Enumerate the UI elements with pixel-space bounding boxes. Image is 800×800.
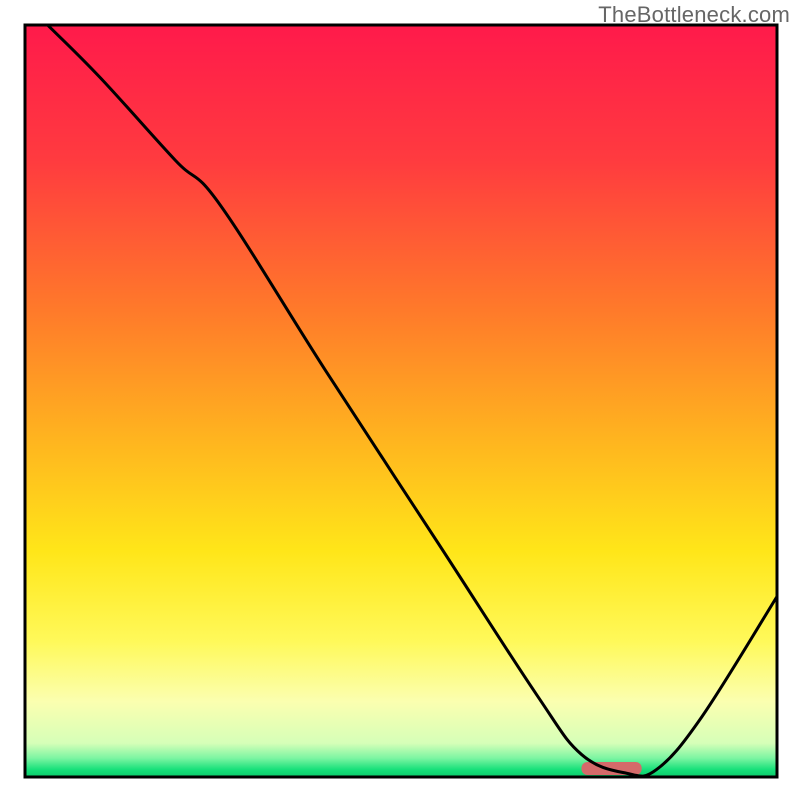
plot-background xyxy=(25,25,777,777)
optimal-range-marker xyxy=(581,762,641,775)
watermark-text: TheBottleneck.com xyxy=(598,2,790,28)
bottleneck-curve-chart xyxy=(0,0,800,800)
chart-container: TheBottleneck.com xyxy=(0,0,800,800)
